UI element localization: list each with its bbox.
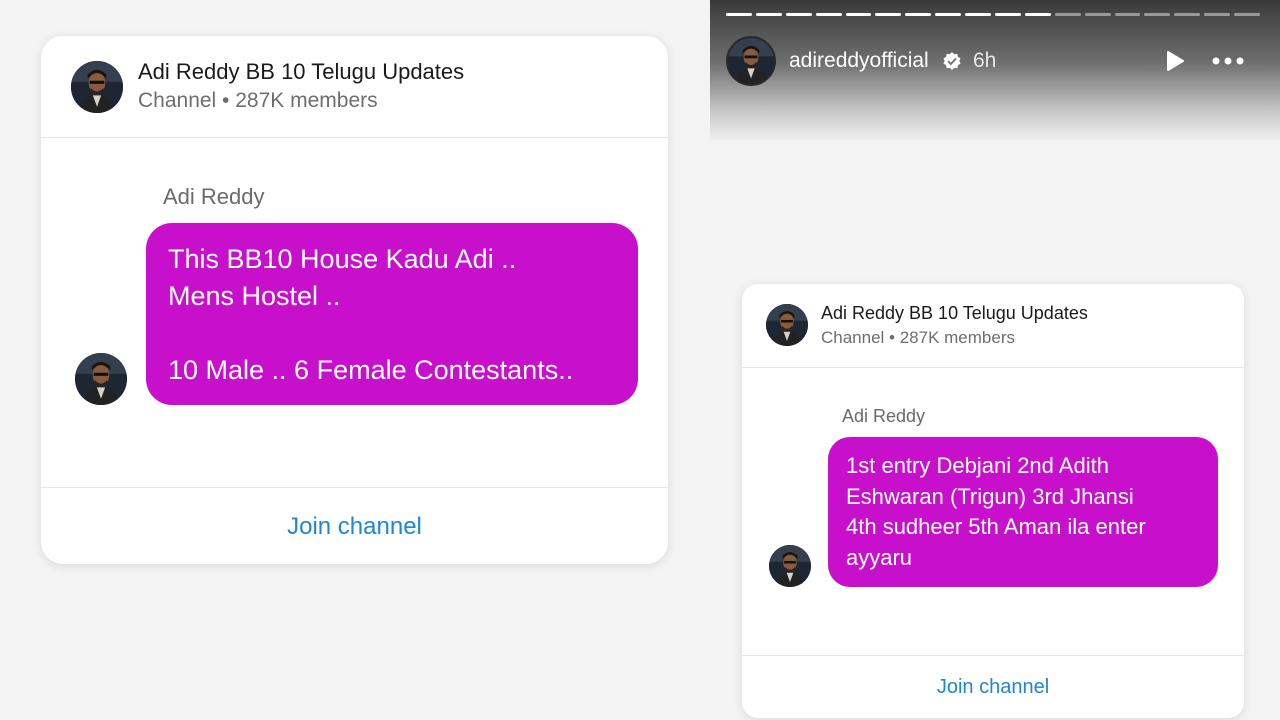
story-progress-segment <box>726 13 752 16</box>
story-header: adireddyofficial 6h <box>710 0 1280 140</box>
story-progress-segment <box>1084 13 1111 16</box>
story-progress-segment <box>1144 13 1171 16</box>
more-options-icon[interactable] <box>1210 52 1246 70</box>
person-avatar-icon <box>769 545 811 587</box>
verified-badge-icon <box>943 52 961 70</box>
channel-name: Adi Reddy BB 10 Telugu Updates <box>821 303 1088 323</box>
channel-header[interactable]: Adi Reddy BB 10 Telugu Updates Channel •… <box>742 284 1244 368</box>
channel-avatar[interactable] <box>71 61 123 113</box>
channel-header[interactable]: Adi Reddy BB 10 Telugu Updates Channel •… <box>41 36 668 138</box>
play-icon[interactable] <box>1162 49 1186 73</box>
message-line: This BB10 House Kadu Adi .. <box>168 244 517 274</box>
message-line: Mens Hostel .. <box>168 281 341 311</box>
story-timestamp: 6h <box>973 49 997 72</box>
card-footer: Join channel <box>41 487 668 564</box>
story-progress-segment <box>1054 13 1081 16</box>
story-progress-segment <box>905 13 932 16</box>
message-line <box>168 315 616 352</box>
story-progress-segment <box>995 13 1021 16</box>
story-progress-segment <box>965 13 992 16</box>
join-channel-button[interactable]: Join channel <box>287 513 422 541</box>
channel-card-story: Adi Reddy BB 10 Telugu Updates Channel •… <box>742 284 1244 718</box>
story-progress-segment <box>935 13 962 16</box>
sender-avatar[interactable] <box>769 545 811 587</box>
message-sender: Adi Reddy <box>842 406 926 426</box>
story-progress-segment <box>875 13 902 16</box>
person-avatar-icon <box>75 353 127 405</box>
story-progress-segment <box>785 13 812 16</box>
message-line: 1st entry Debjani 2nd Adith <box>846 453 1109 478</box>
story-progress-segment <box>755 13 782 16</box>
person-avatar-icon <box>71 61 123 113</box>
story-progress-bar <box>726 13 1261 16</box>
message-bubble[interactable]: 1st entry Debjani 2nd Adith Eshwaran (Tr… <box>828 437 1218 587</box>
story-user-avatar[interactable] <box>726 36 776 86</box>
message-line: Eshwaran (Trigun) 3rd Jhansi <box>846 483 1134 509</box>
channel-card-main: Adi Reddy BB 10 Telugu Updates Channel •… <box>41 36 668 564</box>
message-line: 10 Male .. 6 Female Contestants.. <box>168 355 574 385</box>
person-avatar-icon <box>766 304 808 346</box>
story-progress-segment <box>815 13 842 16</box>
story-progress-segment <box>1114 13 1141 16</box>
channel-avatar[interactable] <box>766 304 808 346</box>
message-line: 4th sudheer 5th Aman ila enter <box>846 514 1146 539</box>
card-footer: Join channel <box>742 655 1244 718</box>
person-avatar-icon <box>728 38 774 84</box>
message-line: ayyaru <box>846 544 913 570</box>
story-progress-segment <box>1024 13 1051 16</box>
story-progress-segment <box>845 13 872 16</box>
message-bubble[interactable]: This BB10 House Kadu Adi .. Mens Hostel … <box>146 223 638 405</box>
story-progress-segment <box>1234 13 1261 16</box>
story-progress-segment <box>1204 13 1231 16</box>
channel-member-count: Channel • 287K members <box>821 328 1015 347</box>
join-channel-button[interactable]: Join channel <box>937 676 1049 699</box>
sender-avatar[interactable] <box>75 353 127 405</box>
channel-member-count: Channel • 287K members <box>138 89 378 112</box>
story-username[interactable]: adireddyofficial <box>789 49 929 73</box>
story-progress-segment <box>1174 13 1201 16</box>
message-sender: Adi Reddy <box>163 184 265 209</box>
channel-name: Adi Reddy BB 10 Telugu Updates <box>138 59 465 84</box>
